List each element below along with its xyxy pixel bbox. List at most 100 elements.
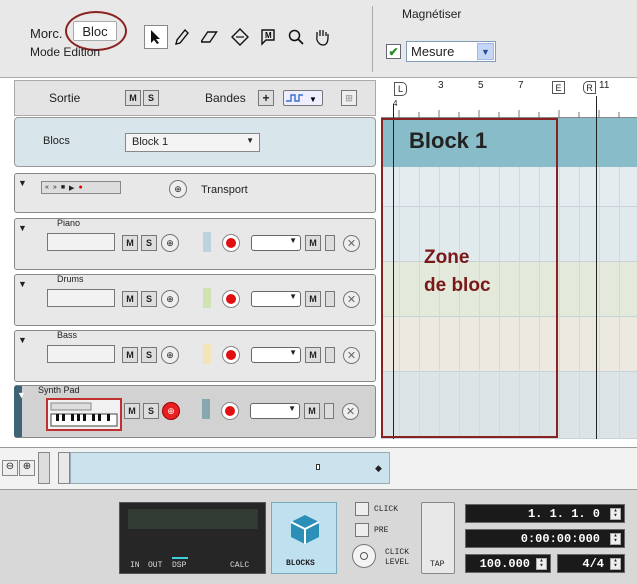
close-icon[interactable]: ✕ [343,291,360,308]
magnifier-icon[interactable] [286,27,306,47]
bandes-label: Bandes [205,91,246,105]
track-piano[interactable]: ▼ Piano M S ⊕ ▼ M ✕ [14,218,376,270]
mute-button[interactable]: M [124,403,140,419]
mute-button[interactable]: M [122,291,138,307]
pre-toggle[interactable] [355,523,369,537]
pan-knob-icon[interactable]: ⊕ [162,402,180,420]
input-dropdown[interactable]: ▼ [251,235,301,251]
transport-track[interactable]: ▼ «» ■ ▶ ● ⊕ Transport [14,173,376,213]
magnetiser-checkbox[interactable]: ✔ [386,44,401,59]
eraser-icon[interactable] [200,27,220,47]
instrument-device[interactable] [47,289,115,307]
transport-device[interactable]: «» ■ ▶ ● [41,181,121,194]
collapse-triangle-icon[interactable]: ▼ [18,223,27,233]
record-button[interactable] [222,234,240,252]
blocks-button[interactable]: BLOCKS [271,502,337,574]
signature-display[interactable]: 4/4 ▴ ▾ [557,554,625,573]
position-display[interactable]: 1. 1. 1. 0 ▴ ▾ [465,504,625,523]
overview-start-handle[interactable] [58,452,70,484]
click-toggle[interactable] [355,502,369,516]
end-marker[interactable]: E [552,81,565,94]
solo-button[interactable]: S [143,403,159,419]
signature-stepper[interactable]: ▴ ▾ [610,558,621,570]
input-dropdown[interactable]: ▼ [250,403,300,419]
ruler-ticks [398,110,620,118]
tempo-display[interactable]: 100.000 ▴ ▾ [465,554,551,573]
block-select-value: Block 1 [132,136,169,148]
position-stepper[interactable]: ▴ ▾ [610,508,621,520]
lane-lock-button[interactable] [325,347,335,363]
collapse-triangle-icon[interactable]: ▼ [18,279,27,289]
meter-calc-label: CALC [230,561,250,570]
tempo-stepper[interactable]: ▴ ▾ [536,558,547,570]
track-synth-pad[interactable]: ▼ Synth Pad M S ⊕ ▼ M ✕ [14,385,376,438]
left-locator-marker[interactable]: L [394,82,407,96]
track-bass[interactable]: ▼ Bass M S ⊕ ▼ M ✕ [14,330,376,382]
click-level-knob[interactable] [352,544,376,568]
mute-button[interactable]: M [122,235,138,251]
record-button[interactable] [221,402,239,420]
solo-button[interactable]: S [141,347,157,363]
record-button[interactable] [222,346,240,364]
pan-knob-icon[interactable]: ⊕ [161,290,179,308]
collapse-triangle-icon[interactable]: ▼ [18,335,27,345]
instrument-device[interactable] [47,345,115,363]
monitor-button[interactable]: M [305,347,321,363]
ruler-mark: 11 [599,80,610,91]
instrument-device[interactable] [47,233,115,251]
input-dropdown[interactable]: ▼ [251,347,301,363]
solo-button[interactable]: S [141,291,157,307]
lane-lock-button[interactable] [325,291,335,307]
right-locator-line [596,96,597,439]
track-color-strip [203,232,211,252]
lane-lock-button[interactable] [325,235,335,251]
time-value: 0:00:00:000 [520,532,600,546]
block-select[interactable]: Block 1 ▼ [125,133,260,152]
block-zone-caption-line2: de bloc [424,275,491,296]
arrow-icon[interactable] [144,25,168,49]
synth-instrument-device[interactable] [46,398,122,431]
pencil-icon[interactable] [172,27,192,47]
meter-in-label: IN [130,561,140,570]
signature-value: 4/4 [582,557,604,571]
svg-text:M: M [265,31,272,40]
lane-view-icon[interactable]: ⊞ [341,90,357,106]
time-stepper[interactable]: ▴ ▾ [610,533,621,545]
right-locator-marker[interactable]: R [583,81,596,94]
tap-button[interactable]: TAP [421,502,455,574]
toolbar-divider [372,6,373,72]
mode-morc-button[interactable]: Morc. [30,26,63,41]
collapse-triangle-icon[interactable]: ▼ [18,178,27,188]
lane-lock-button[interactable] [324,403,334,419]
pan-knob-icon[interactable]: ⊕ [161,234,179,252]
splitter-handle[interactable] [38,452,50,484]
hand-icon[interactable] [312,27,332,47]
mute-button[interactable]: M [122,347,138,363]
mute-icon[interactable]: M [258,27,278,47]
chevron-down-icon: ▼ [477,43,494,60]
monitor-button[interactable]: M [305,235,321,251]
master-mute-button[interactable]: M [125,90,141,106]
zoom-in-icon[interactable]: ⊕ [19,460,35,476]
close-icon[interactable]: ✕ [343,235,360,252]
overview-visible-range[interactable] [70,452,390,484]
timeline-ruler[interactable]: L 4 3 5 7 E R 11 [381,78,637,118]
close-icon[interactable]: ✕ [343,347,360,364]
collapse-triangle-icon[interactable]: ▼ [17,390,26,400]
razor-icon[interactable] [230,27,250,47]
input-dropdown[interactable]: ▼ [251,291,301,307]
monitor-button[interactable]: M [305,291,321,307]
transport-knob-icon[interactable]: ⊕ [169,180,187,198]
lane-type-dropdown[interactable]: ▼ [283,90,323,106]
pan-knob-icon[interactable]: ⊕ [161,346,179,364]
master-solo-button[interactable]: S [143,90,159,106]
record-button[interactable] [222,290,240,308]
solo-button[interactable]: S [141,235,157,251]
snap-value-select[interactable]: Mesure ▼ [406,41,496,62]
close-icon[interactable]: ✕ [342,403,359,420]
track-drums[interactable]: ▼ Drums M S ⊕ ▼ M ✕ [14,274,376,326]
time-display[interactable]: 0:00:00:000 ▴ ▾ [465,529,625,548]
monitor-button[interactable]: M [304,403,320,419]
add-lane-button[interactable]: + [258,90,274,106]
zoom-out-icon[interactable]: ⊖ [2,460,18,476]
